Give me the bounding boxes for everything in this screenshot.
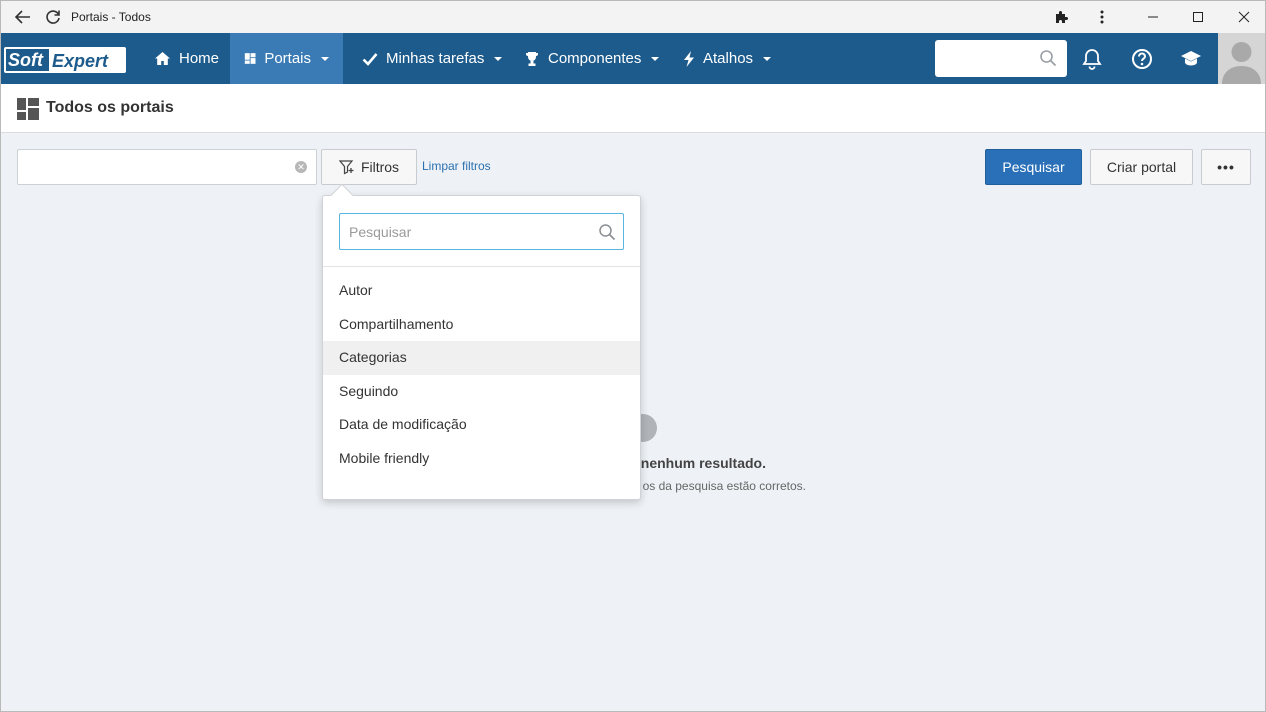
- browser-window: Portais - Todos Soft Expert Home Portais…: [0, 0, 1266, 712]
- page-title: Todos os portais: [46, 99, 174, 116]
- filters-button[interactable]: Filtros: [321, 149, 417, 185]
- browser-titlebar: Portais - Todos: [1, 1, 1265, 33]
- create-portal-button[interactable]: Criar portal: [1090, 149, 1193, 185]
- reload-icon[interactable]: [41, 5, 65, 29]
- window-title: Portais - Todos: [71, 10, 151, 24]
- filter-option-seguindo[interactable]: Seguindo: [323, 375, 640, 409]
- filter-search-input[interactable]: [340, 214, 580, 249]
- clear-filters-link[interactable]: Limpar filtros: [422, 159, 491, 173]
- top-navbar: Soft Expert Home Portais Minhas tarefas …: [1, 33, 1265, 84]
- nav-portais-label: Portais: [264, 50, 311, 67]
- filter-option-data-modificacao[interactable]: Data de modificação: [323, 408, 640, 442]
- help-icon[interactable]: [1128, 45, 1156, 73]
- filter-option-compartilhamento[interactable]: Compartilhamento: [323, 308, 640, 342]
- chevron-down-icon: [763, 56, 772, 61]
- filter-options-list: Autor Compartilhamento Categorias Seguin…: [323, 274, 640, 476]
- search-icon[interactable]: [598, 223, 616, 244]
- filter-search-field[interactable]: [339, 213, 624, 250]
- nav-minhas-tarefas-label: Minhas tarefas: [386, 50, 485, 67]
- clear-search-icon[interactable]: ✕: [295, 161, 307, 173]
- filter-option-autor[interactable]: Autor: [323, 274, 640, 308]
- graduation-cap-icon[interactable]: [1177, 45, 1205, 73]
- close-icon[interactable]: [1232, 5, 1256, 29]
- page-header: Todos os portais: [1, 84, 1265, 133]
- logo-text-soft: Soft: [8, 50, 44, 70]
- user-avatar[interactable]: [1218, 33, 1265, 84]
- nav-home-label: Home: [179, 50, 220, 67]
- portal-search-input[interactable]: ✕: [17, 149, 317, 185]
- chevron-down-icon: [494, 56, 503, 61]
- more-options-button[interactable]: •••: [1201, 149, 1251, 185]
- trophy-icon: [526, 51, 538, 66]
- dashboard-icon: [17, 98, 39, 120]
- check-icon: [362, 52, 378, 66]
- chevron-down-icon: [651, 56, 660, 61]
- bolt-icon: [684, 50, 694, 67]
- nav-minhas-tarefas[interactable]: Minhas tarefas: [348, 33, 516, 84]
- nav-componentes-label: Componentes: [548, 50, 642, 67]
- kebab-menu-icon[interactable]: [1090, 5, 1114, 29]
- filters-label: Filtros: [360, 159, 400, 175]
- back-arrow-icon[interactable]: [11, 5, 35, 29]
- filter-dropdown-menu: Autor Compartilhamento Categorias Seguin…: [322, 195, 641, 500]
- dashboard-icon: [244, 53, 256, 64]
- filter-plus-icon: [338, 160, 354, 175]
- logo-text-expert: Expert: [52, 51, 109, 71]
- filter-option-categorias[interactable]: Categorias: [323, 341, 640, 375]
- nav-atalhos-label: Atalhos: [703, 50, 754, 67]
- maximize-icon[interactable]: [1186, 5, 1210, 29]
- dropdown-divider: [323, 266, 640, 267]
- nav-atalhos[interactable]: Atalhos: [669, 33, 785, 84]
- search-button[interactable]: Pesquisar: [985, 149, 1082, 185]
- search-icon[interactable]: [1039, 49, 1057, 70]
- softexpert-logo[interactable]: Soft Expert: [4, 47, 126, 73]
- nav-componentes[interactable]: Componentes: [510, 33, 673, 84]
- bell-icon[interactable]: [1078, 45, 1106, 73]
- nav-portais[interactable]: Portais: [230, 33, 343, 84]
- global-search-input[interactable]: [935, 40, 1067, 77]
- chevron-down-icon: [321, 56, 329, 61]
- filter-option-mobile-friendly[interactable]: Mobile friendly: [323, 442, 640, 476]
- nav-home[interactable]: Home: [140, 33, 233, 84]
- home-icon: [155, 52, 170, 65]
- extensions-puzzle-icon[interactable]: [1050, 5, 1074, 29]
- minimize-icon[interactable]: [1141, 5, 1165, 29]
